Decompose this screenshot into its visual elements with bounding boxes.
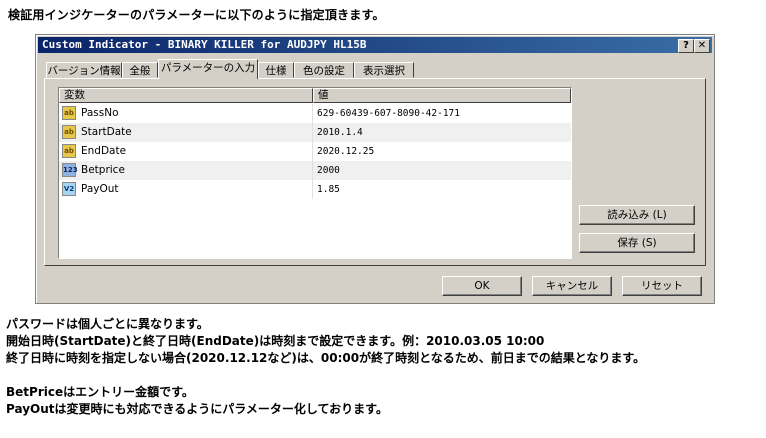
column-divider — [312, 142, 313, 161]
column-divider — [312, 180, 313, 199]
column-divider — [312, 123, 313, 142]
parameter-grid: 変数 値 ab PassNo 629-60439-607-8090-42-171… — [58, 87, 572, 259]
tab-parameter-input[interactable]: パラメーターの入力 — [158, 59, 258, 79]
parameter-panel: 変数 値 ab PassNo 629-60439-607-8090-42-171… — [44, 78, 706, 266]
page-heading: 検証用インジケーターのパラメーターに以下のように指定頂きます。 — [8, 8, 385, 22]
table-row[interactable]: ab EndDate 2020.12.25 — [59, 142, 571, 161]
parameter-value[interactable]: 629-60439-607-8090-42-171 — [317, 104, 460, 123]
custom-indicator-dialog: Custom Indicator - BINARY KILLER for AUD… — [35, 34, 715, 304]
note-line: 開始日時(StartDate)と終了日時(EndDate)は時刻まで設定できます… — [6, 334, 545, 348]
tab-general[interactable]: 全般 — [122, 62, 158, 78]
parameter-name: StartDate — [81, 126, 132, 138]
table-row[interactable]: ab StartDate 2010.1.4 — [59, 123, 571, 142]
tab-color-settings[interactable]: 色の設定 — [294, 62, 354, 78]
parameter-value[interactable]: 2000 — [317, 161, 340, 180]
string-type-icon: ab — [62, 125, 76, 139]
reset-button[interactable]: リセット — [622, 276, 702, 296]
column-header-variable[interactable]: 変数 — [59, 88, 313, 103]
close-button[interactable]: ✕ — [694, 39, 710, 53]
help-button[interactable]: ? — [678, 39, 694, 53]
column-divider — [312, 104, 313, 123]
parameter-name: PassNo — [81, 107, 119, 119]
load-button[interactable]: 読み込み (L) — [579, 205, 695, 225]
integer-type-icon: 123 — [62, 163, 78, 177]
cancel-button[interactable]: キャンセル — [532, 276, 612, 296]
parameter-value[interactable]: 1.85 — [317, 180, 340, 199]
string-type-icon: ab — [62, 106, 76, 120]
note-line: 終了日時に時刻を指定しない場合(2020.12.12など)は、00:00が終了時… — [6, 351, 646, 365]
column-header-value[interactable]: 値 — [313, 88, 571, 103]
parameter-name: Betprice — [81, 164, 125, 176]
note-line: PayOutは変更時にも対応できるようにパラメーター化しております。 — [6, 402, 388, 416]
dialog-title: Custom Indicator - BINARY KILLER for AUD… — [42, 38, 367, 51]
ok-button[interactable]: OK — [442, 276, 522, 296]
table-row[interactable]: V2 PayOut 1.85 — [59, 180, 571, 199]
string-type-icon: ab — [62, 144, 76, 158]
parameter-value[interactable]: 2020.12.25 — [317, 142, 374, 161]
double-type-icon: V2 — [62, 182, 76, 196]
dialog-titlebar[interactable]: Custom Indicator - BINARY KILLER for AUD… — [38, 37, 712, 53]
note-line: BetPriceはエントリー金額です。 — [6, 385, 194, 399]
parameter-name: PayOut — [81, 183, 119, 195]
table-row[interactable]: ab PassNo 629-60439-607-8090-42-171 — [59, 104, 571, 123]
tab-version-info[interactable]: バージョン情報 — [46, 62, 122, 78]
note-line: パスワードは個人ごとに異なります。 — [6, 317, 209, 331]
note-line-blank — [6, 367, 645, 384]
tab-specs[interactable]: 仕様 — [258, 62, 294, 78]
grid-header: 変数 値 — [59, 88, 571, 103]
tab-display-select[interactable]: 表示選択 — [354, 62, 414, 78]
column-divider — [312, 161, 313, 180]
notes-block: パスワードは個人ごとに異なります。 開始日時(StartDate)と終了日時(E… — [6, 316, 645, 418]
parameter-name: EndDate — [81, 145, 127, 157]
save-button[interactable]: 保存 (S) — [579, 233, 695, 253]
table-row[interactable]: 123 Betprice 2000 — [59, 161, 571, 180]
parameter-value[interactable]: 2010.1.4 — [317, 123, 363, 142]
